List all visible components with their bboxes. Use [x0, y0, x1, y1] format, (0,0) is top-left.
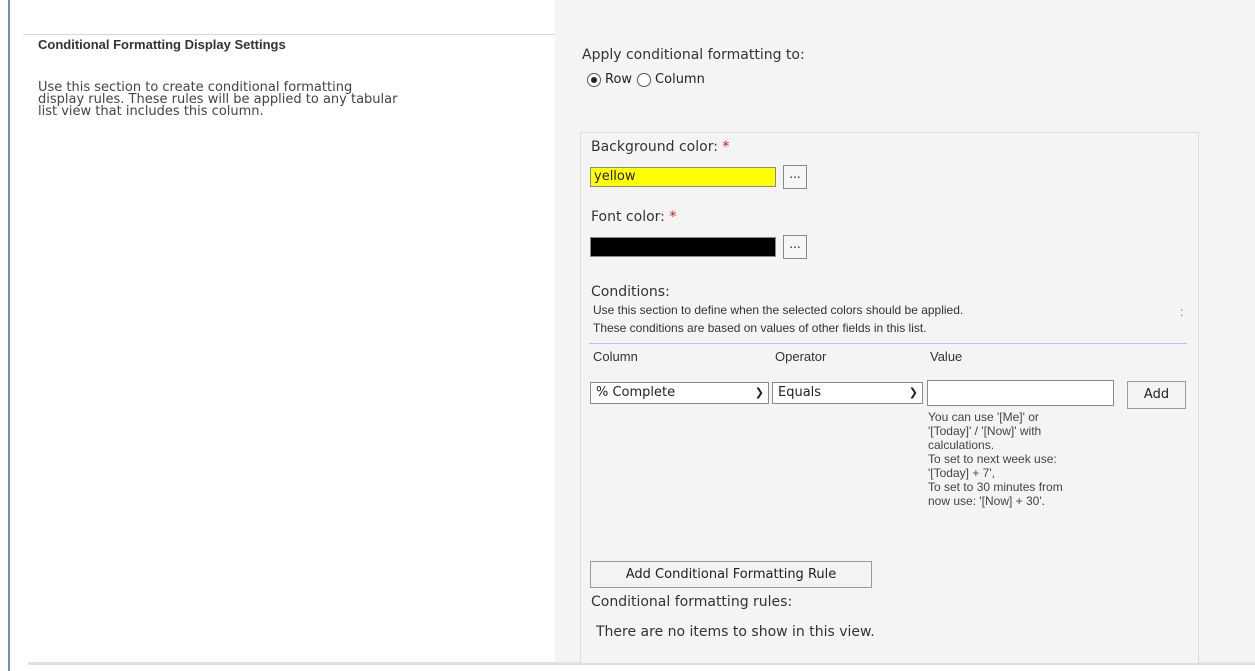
value-hint-line: To set to next week use: — [928, 452, 1057, 466]
column-radio[interactable] — [637, 72, 652, 87]
section-description: Use this section to create conditional f… — [38, 80, 398, 119]
required-marker: * — [669, 209, 677, 225]
add-condition-button[interactable]: Add — [1127, 381, 1186, 409]
column-radio-label: Column — [655, 72, 705, 87]
font-color-field[interactable] — [590, 237, 776, 257]
top-divider — [23, 34, 555, 35]
column-select[interactable]: % Complete ❯ — [590, 382, 769, 404]
conditions-hint-line1: Use this section to define when the sele… — [593, 303, 964, 317]
rules-label: Conditional formatting rules: — [591, 594, 793, 610]
background-color-picker-button[interactable]: ... — [783, 165, 807, 189]
value-hint-line: To set to 30 minutes from — [928, 480, 1063, 494]
operator-header: Operator — [775, 349, 827, 364]
column-select-value: % Complete — [596, 385, 676, 400]
font-color-picker-button[interactable]: ... — [783, 235, 807, 259]
value-hint-line: '[Today]' / '[Now]' with — [928, 424, 1042, 438]
value-hint-line: calculations. — [928, 438, 995, 452]
font-color-label: Font color: * — [591, 209, 676, 225]
overflow-mark: : — [1180, 305, 1184, 319]
chevron-down-icon: ❯ — [754, 386, 764, 399]
value-hint-line: You can use '[Me]' or — [928, 410, 1039, 424]
value-header: Value — [930, 349, 963, 364]
required-marker: * — [722, 139, 730, 155]
apply-to-label: Apply conditional formatting to: — [582, 47, 805, 63]
conditions-hint-line2: These conditions are based on values of … — [593, 321, 927, 335]
chevron-down-icon: ❯ — [908, 386, 918, 399]
apply-to-radio-group: Row Column — [587, 72, 705, 87]
background-color-label-text: Background color: — [591, 139, 718, 155]
value-hint: You can use '[Me]' or '[Today]' / '[Now]… — [928, 410, 1098, 508]
conditions-label: Conditions: — [591, 284, 670, 300]
add-conditional-formatting-rule-button[interactable]: Add Conditional Formatting Rule — [590, 561, 872, 588]
row-radio-label: Row — [605, 72, 633, 87]
value-hint-line: '[Today] + 7', — [928, 466, 995, 480]
font-color-label-text: Font color: — [591, 209, 665, 225]
column-header: Column — [593, 349, 638, 364]
row-radio[interactable] — [587, 72, 601, 87]
operator-select-value: Equals — [778, 385, 822, 400]
section-title: Conditional Formatting Display Settings — [38, 37, 286, 52]
background-color-field[interactable]: yellow — [590, 167, 776, 187]
value-hint-line: now use: '[Now] + 30'. — [928, 494, 1045, 508]
operator-select[interactable]: Equals ❯ — [772, 382, 923, 404]
conditions-divider — [589, 343, 1187, 344]
settings-page: Conditional Formatting Display Settings … — [0, 0, 1255, 671]
background-color-label: Background color: * — [591, 139, 729, 155]
rules-empty-text: There are no items to show in this view. — [596, 624, 875, 640]
value-input[interactable] — [927, 380, 1114, 406]
